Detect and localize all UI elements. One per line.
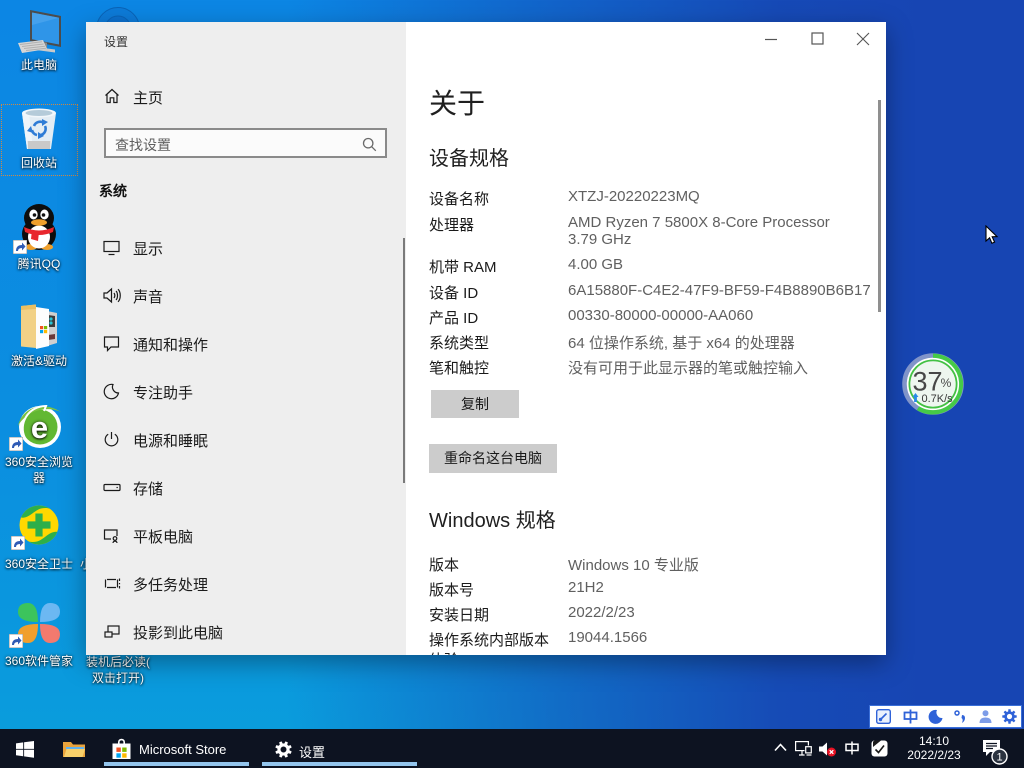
svg-text:0.7K/s: 0.7K/s [922,393,954,405]
svg-text:%: % [941,376,952,390]
svg-text:1: 1 [996,752,1002,764]
svg-text:e: e [31,410,48,445]
svg-text:37: 37 [912,367,942,397]
